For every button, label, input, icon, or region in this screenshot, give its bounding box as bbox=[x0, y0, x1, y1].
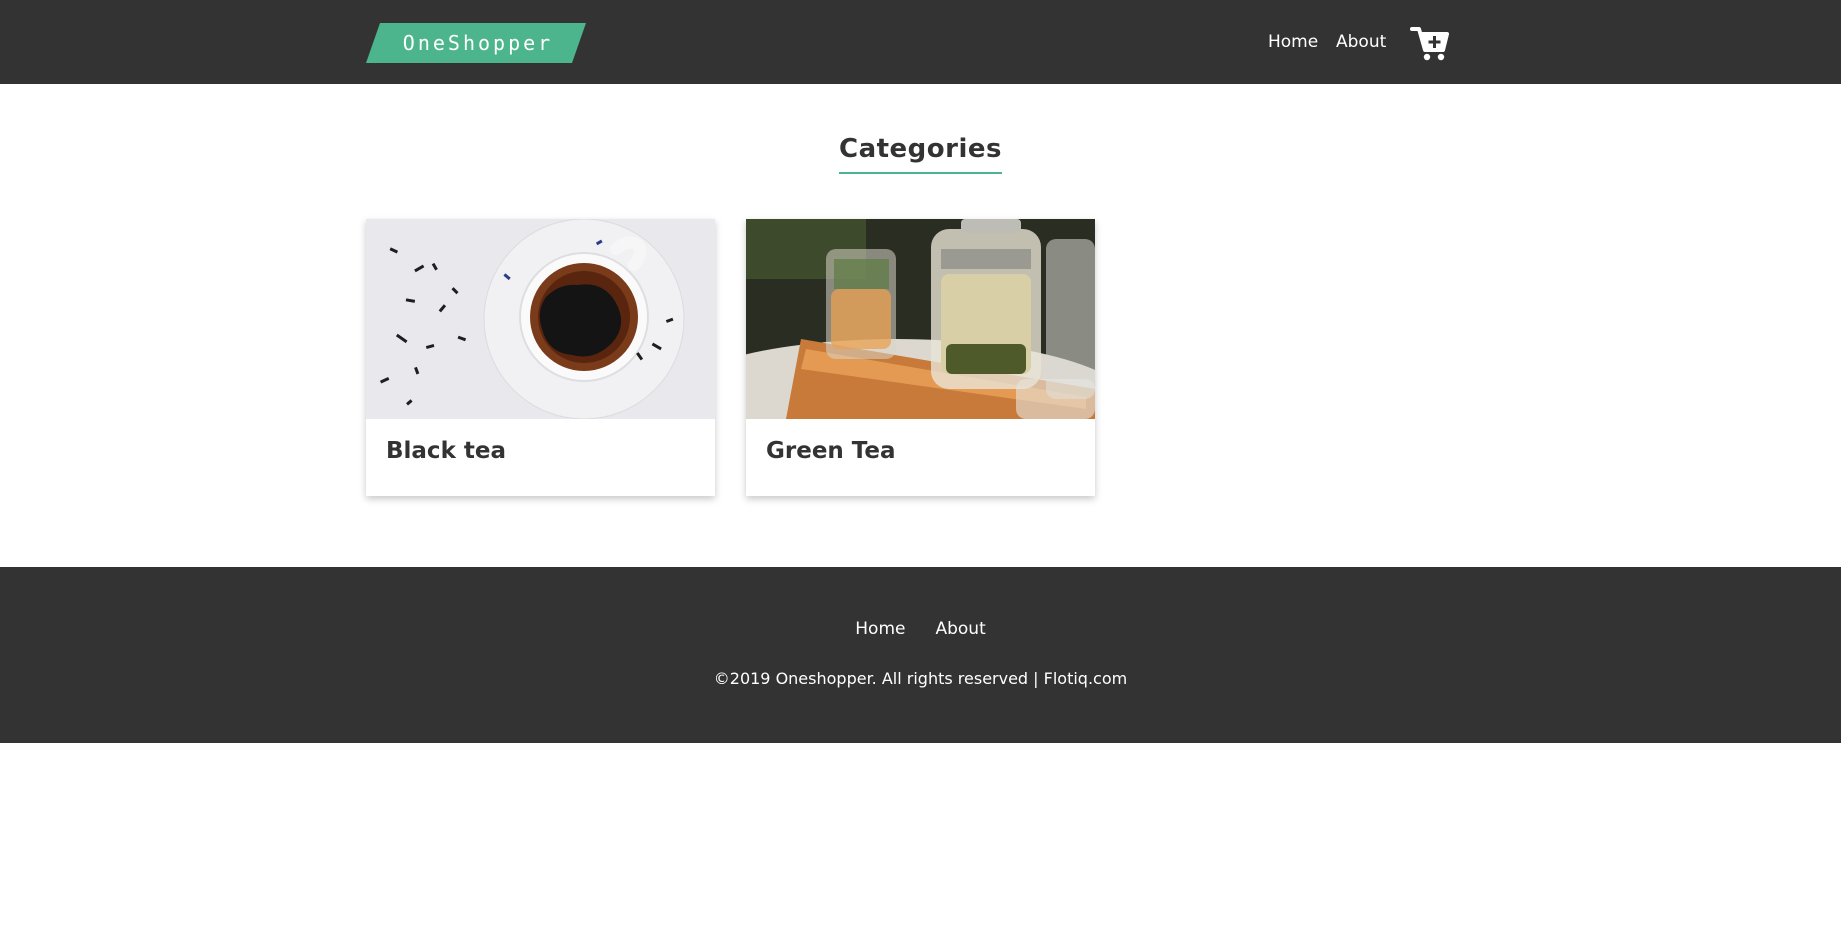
cart-plus-icon[interactable] bbox=[1410, 24, 1450, 62]
black-tea-image bbox=[366, 219, 715, 419]
green-tea-image bbox=[746, 219, 1095, 419]
category-name: Green Tea bbox=[766, 438, 896, 464]
logo-text: OneShopper bbox=[402, 31, 554, 55]
nav-link-about[interactable]: About bbox=[1336, 32, 1386, 52]
footer-link-home[interactable]: Home bbox=[855, 619, 905, 639]
footer-link-about[interactable]: About bbox=[935, 619, 985, 639]
category-card-black-tea[interactable]: Black tea bbox=[366, 219, 715, 496]
category-name: Black tea bbox=[386, 438, 506, 464]
footer-nav: Home About bbox=[0, 619, 1841, 639]
nav-link-home[interactable]: Home bbox=[1268, 32, 1318, 52]
category-card-green-tea[interactable]: Green Tea bbox=[746, 219, 1095, 496]
site-header: OneShopper Home About bbox=[0, 0, 1841, 84]
site-footer: Home About ©2019 Oneshopper. All rights … bbox=[0, 567, 1841, 743]
page-title: Categories bbox=[838, 134, 1002, 174]
copyright-text: ©2019 Oneshopper. All rights reserved | … bbox=[713, 669, 1128, 688]
site-logo[interactable]: OneShopper bbox=[366, 23, 586, 63]
